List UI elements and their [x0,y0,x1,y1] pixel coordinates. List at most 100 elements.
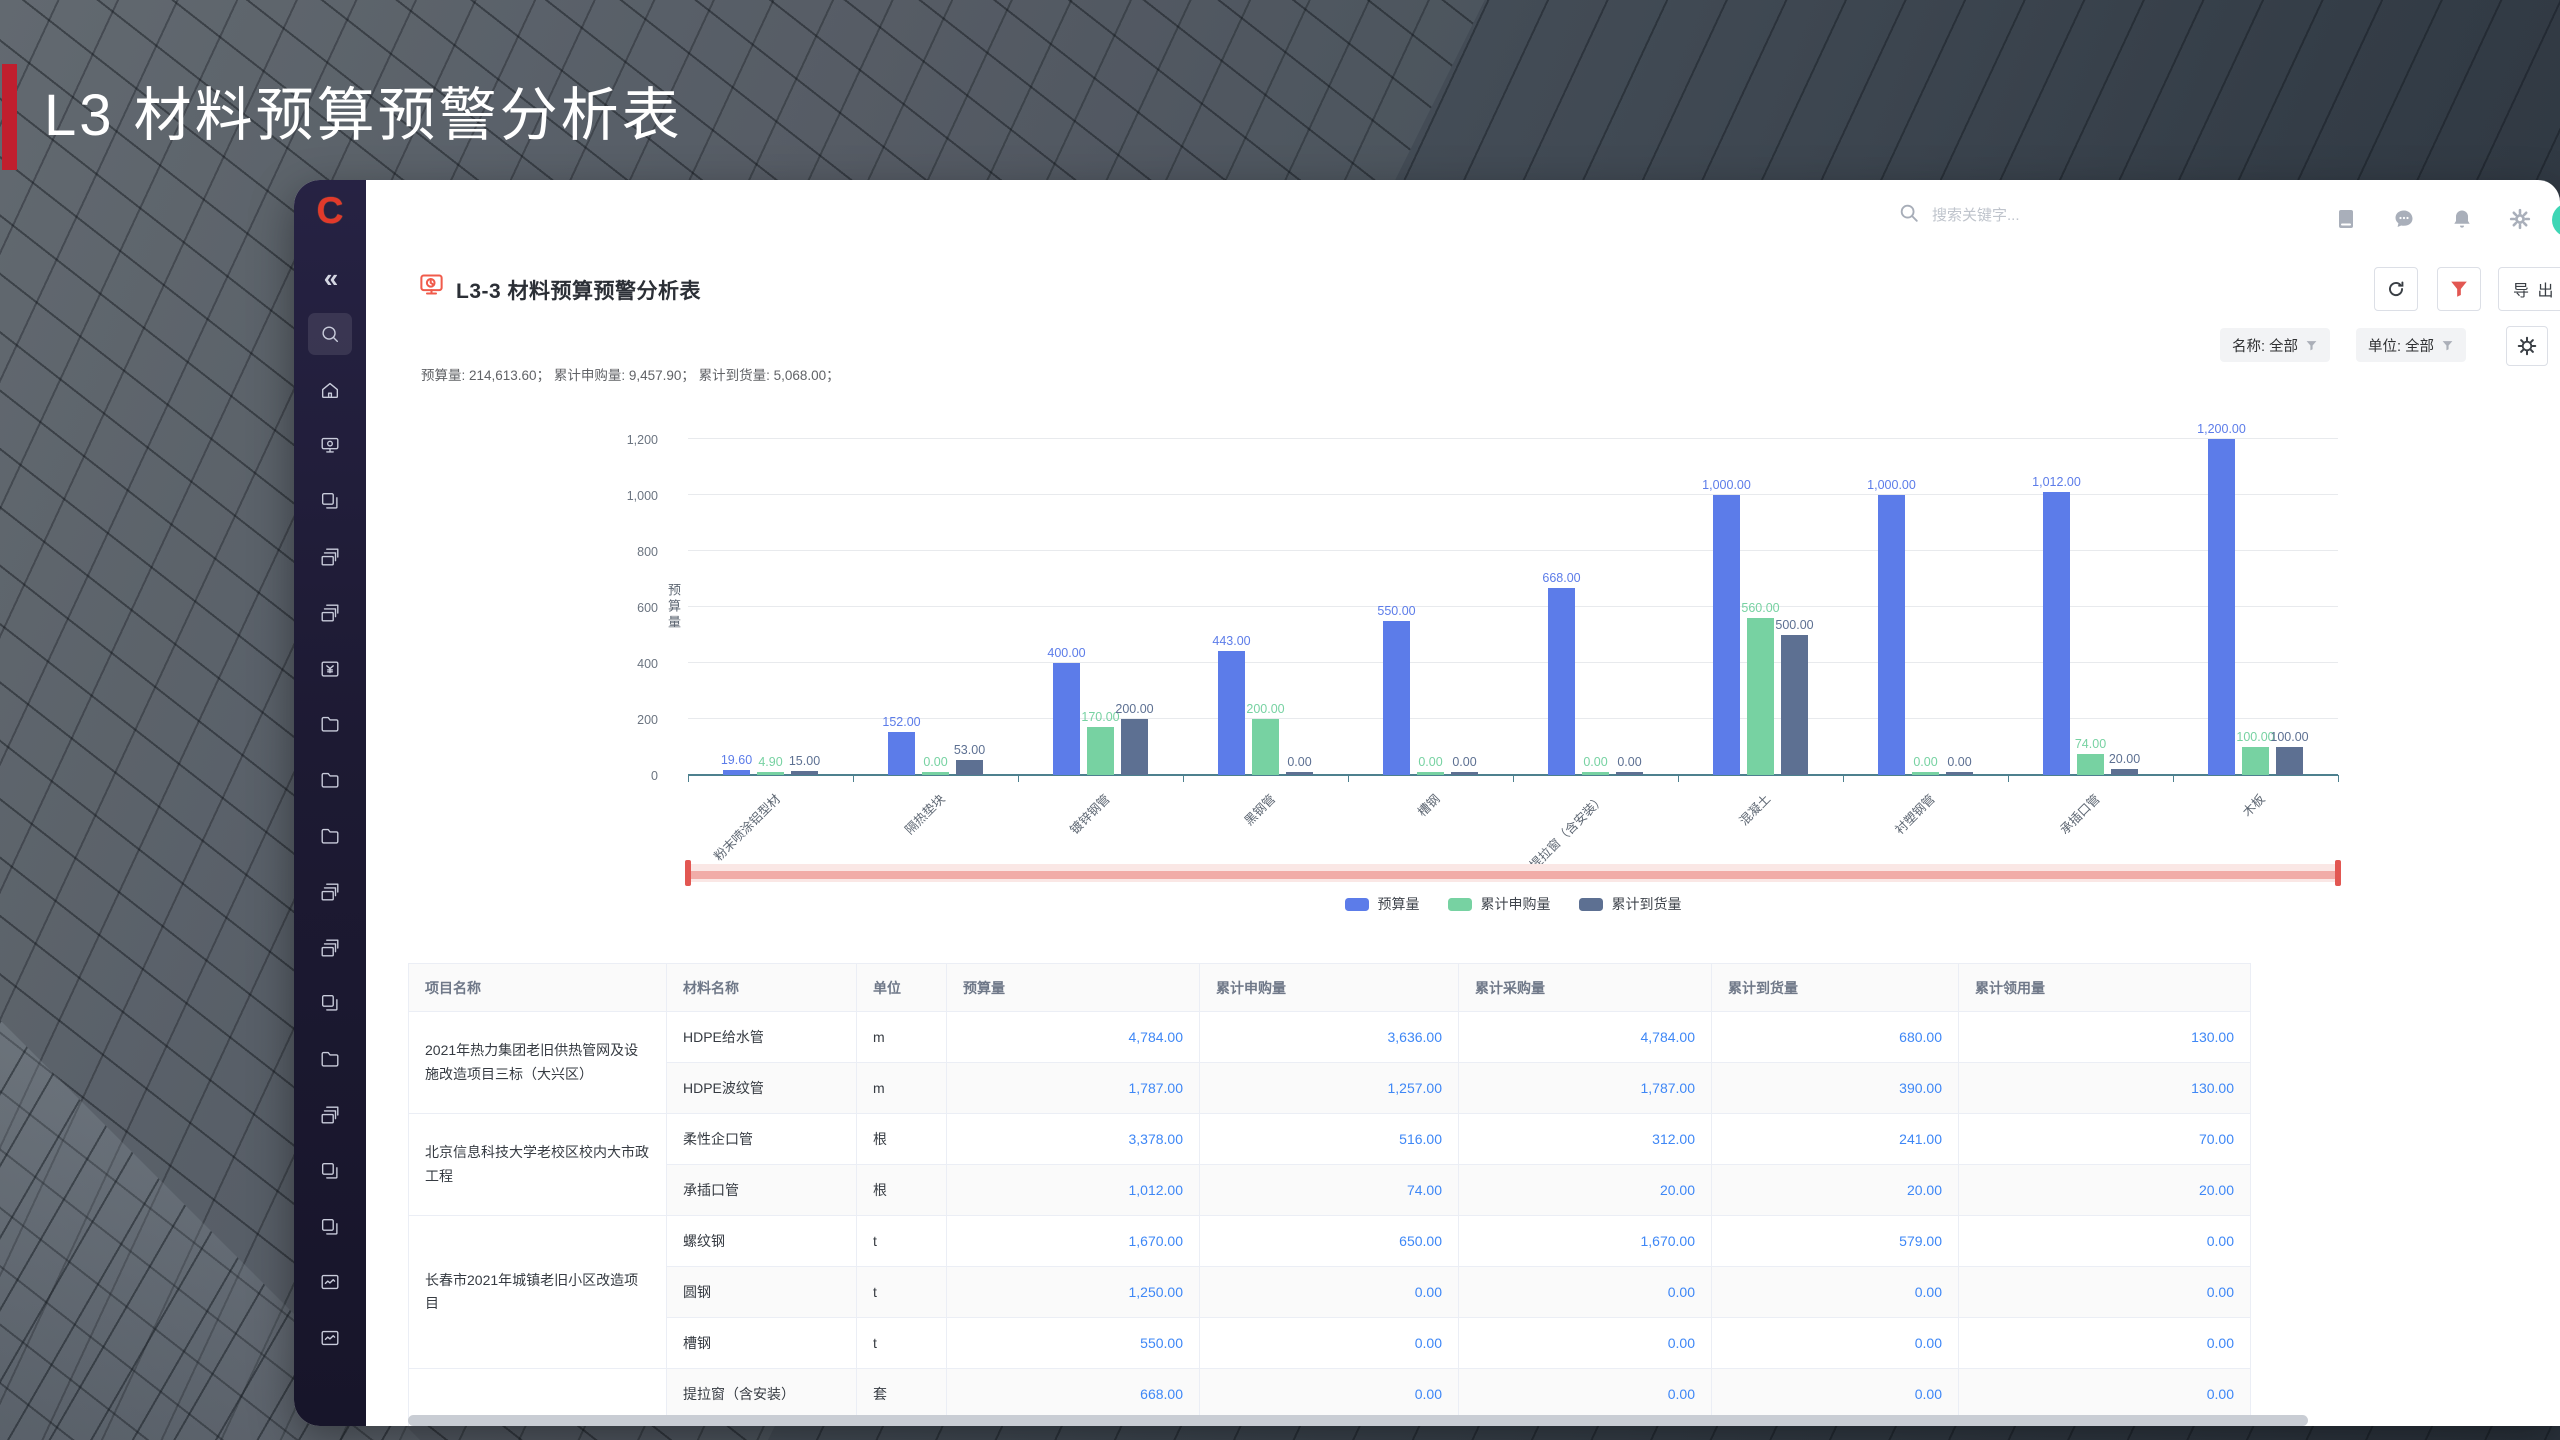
quantity-link-cell[interactable]: 0.00 [1458,1368,1712,1420]
quantity-link-cell[interactable]: 550.00 [946,1317,1200,1369]
bar-requested[interactable]: 560.00 [1741,601,1780,775]
sidebar-item-copy-icon[interactable] [308,982,352,1024]
bar-received[interactable]: 15.00 [789,754,820,775]
quantity-link-cell[interactable]: 0.00 [1958,1317,2251,1369]
column-settings-button[interactable] [2506,326,2548,366]
bar-received[interactable]: 0.00 [1946,755,1973,775]
quantity-link-cell[interactable]: 4,784.00 [1458,1011,1712,1063]
bar-budget[interactable]: 668.00 [1542,571,1581,775]
quantity-link-cell[interactable]: 1,670.00 [1458,1215,1712,1267]
quantity-link-cell[interactable]: 130.00 [1958,1062,2251,1114]
search-input[interactable] [1930,206,2174,225]
quantity-link-cell[interactable]: 1,257.00 [1199,1062,1459,1114]
sidebar-item-folder-icon[interactable] [308,1038,352,1080]
bar-requested[interactable]: 200.00 [1246,702,1285,775]
bar-budget[interactable]: 152.00 [882,715,921,775]
sidebar-item-chart-icon[interactable] [308,1261,352,1303]
filter-chip-unit[interactable]: 单位: 全部 [2356,328,2467,362]
quantity-link-cell[interactable]: 0.00 [1958,1368,2251,1420]
export-button[interactable]: 导 出 [2498,267,2560,311]
sidebar-collapse-icon[interactable]: « [308,257,352,299]
quantity-link-cell[interactable]: 0.00 [1458,1317,1712,1369]
sidebar-item-search-icon[interactable] [308,312,352,355]
sidebar-item-copy-icon[interactable] [308,1150,352,1192]
quantity-link-cell[interactable]: 241.00 [1711,1113,1959,1165]
settings-icon[interactable] [2508,207,2532,231]
bar-received[interactable]: 100.00 [2270,730,2309,775]
sidebar-item-home-icon[interactable] [308,369,352,411]
quantity-link-cell[interactable]: 0.00 [1199,1317,1459,1369]
chart-zoom-slider[interactable] [685,860,2341,886]
message-icon[interactable] [2392,207,2416,231]
quantity-link-cell[interactable]: 70.00 [1958,1113,2251,1165]
sidebar-item-layers-icon[interactable] [308,927,352,969]
quantity-link-cell[interactable]: 0.00 [1199,1266,1459,1318]
quantity-link-cell[interactable]: 20.00 [1711,1164,1959,1216]
sidebar-item-layers-icon[interactable] [308,536,352,578]
sidebar-item-folder-icon[interactable] [308,759,352,801]
quantity-link-cell[interactable]: 0.00 [1711,1368,1959,1420]
bar-requested[interactable]: 0.00 [1417,755,1444,775]
quantity-link-cell[interactable]: 680.00 [1711,1011,1959,1063]
notification-icon[interactable] [2450,207,2474,231]
quantity-link-cell[interactable]: 0.00 [1958,1215,2251,1267]
bar-received[interactable]: 0.00 [1616,755,1643,775]
quantity-link-cell[interactable]: 0.00 [1711,1317,1959,1369]
quantity-link-cell[interactable]: 4,784.00 [946,1011,1200,1063]
bar-budget[interactable]: 550.00 [1377,604,1416,775]
quantity-link-cell[interactable]: 20.00 [1458,1164,1712,1216]
quantity-link-cell[interactable]: 1,250.00 [946,1266,1200,1318]
quantity-link-cell[interactable]: 0.00 [1458,1266,1712,1318]
bar-budget[interactable]: 19.60 [721,753,752,775]
quantity-link-cell[interactable]: 650.00 [1199,1215,1459,1267]
bar-received[interactable]: 20.00 [2109,752,2140,775]
sidebar-item-chart-icon[interactable] [308,1317,352,1359]
quantity-link-cell[interactable]: 668.00 [946,1368,1200,1420]
bar-budget[interactable]: 1,000.00 [1702,478,1751,775]
sidebar-item-layers-icon[interactable] [308,871,352,913]
legend-item-requested[interactable]: 累计申购量 [1447,894,1551,914]
quantity-link-cell[interactable]: 20.00 [1958,1164,2251,1216]
bar-budget[interactable]: 1,200.00 [2197,422,2246,775]
bar-budget[interactable]: 1,000.00 [1867,478,1916,775]
quantity-link-cell[interactable]: 0.00 [1199,1368,1459,1420]
bar-requested[interactable]: 74.00 [2075,737,2106,775]
sidebar-item-monitor-icon[interactable] [308,424,352,466]
bar-requested[interactable]: 0.00 [922,755,949,775]
app-logo[interactable]: C [294,190,366,232]
bar-received[interactable]: 500.00 [1775,618,1814,775]
quantity-link-cell[interactable]: 3,378.00 [946,1113,1200,1165]
bar-requested[interactable]: 0.00 [1912,755,1939,775]
quantity-link-cell[interactable]: 0.00 [1958,1266,2251,1318]
quantity-link-cell[interactable]: 579.00 [1711,1215,1959,1267]
bar-received[interactable]: 200.00 [1115,702,1154,775]
sidebar-item-layers-icon[interactable] [308,592,352,634]
quantity-link-cell[interactable]: 0.00 [1711,1266,1959,1318]
quantity-link-cell[interactable]: 1,787.00 [1458,1062,1712,1114]
user-avatar[interactable] [2552,203,2560,237]
manual-icon[interactable] [2334,207,2358,231]
legend-item-received[interactable]: 累计到货量 [1578,894,1682,914]
horizontal-scrollbar[interactable] [408,1415,2308,1426]
legend-item-budget[interactable]: 预算量 [1344,894,1420,914]
bar-received[interactable]: 0.00 [1451,755,1478,775]
quantity-link-cell[interactable]: 1,670.00 [946,1215,1200,1267]
quantity-link-cell[interactable]: 312.00 [1458,1113,1712,1165]
chart-zoom-handle-right[interactable] [2335,860,2341,886]
filter-button[interactable] [2437,267,2481,311]
quantity-link-cell[interactable]: 516.00 [1199,1113,1459,1165]
bar-received[interactable]: 53.00 [954,743,985,775]
sidebar-item-layers-icon[interactable] [308,1094,352,1136]
bar-requested[interactable]: 0.00 [1582,755,1609,775]
bar-budget[interactable]: 400.00 [1047,646,1086,775]
bar-budget[interactable]: 1,012.00 [2032,475,2081,775]
refresh-button[interactable] [2374,267,2418,311]
bar-requested[interactable]: 4.90 [757,755,784,775]
sidebar-item-folder-icon[interactable] [308,703,352,745]
bar-budget[interactable]: 443.00 [1212,634,1251,775]
bar-requested[interactable]: 100.00 [2236,730,2275,775]
chart-zoom-handle-left[interactable] [685,860,691,886]
sidebar-item-folder-icon[interactable] [308,815,352,857]
quantity-link-cell[interactable]: 3,636.00 [1199,1011,1459,1063]
filter-chip-name[interactable]: 名称: 全部 [2220,328,2331,362]
